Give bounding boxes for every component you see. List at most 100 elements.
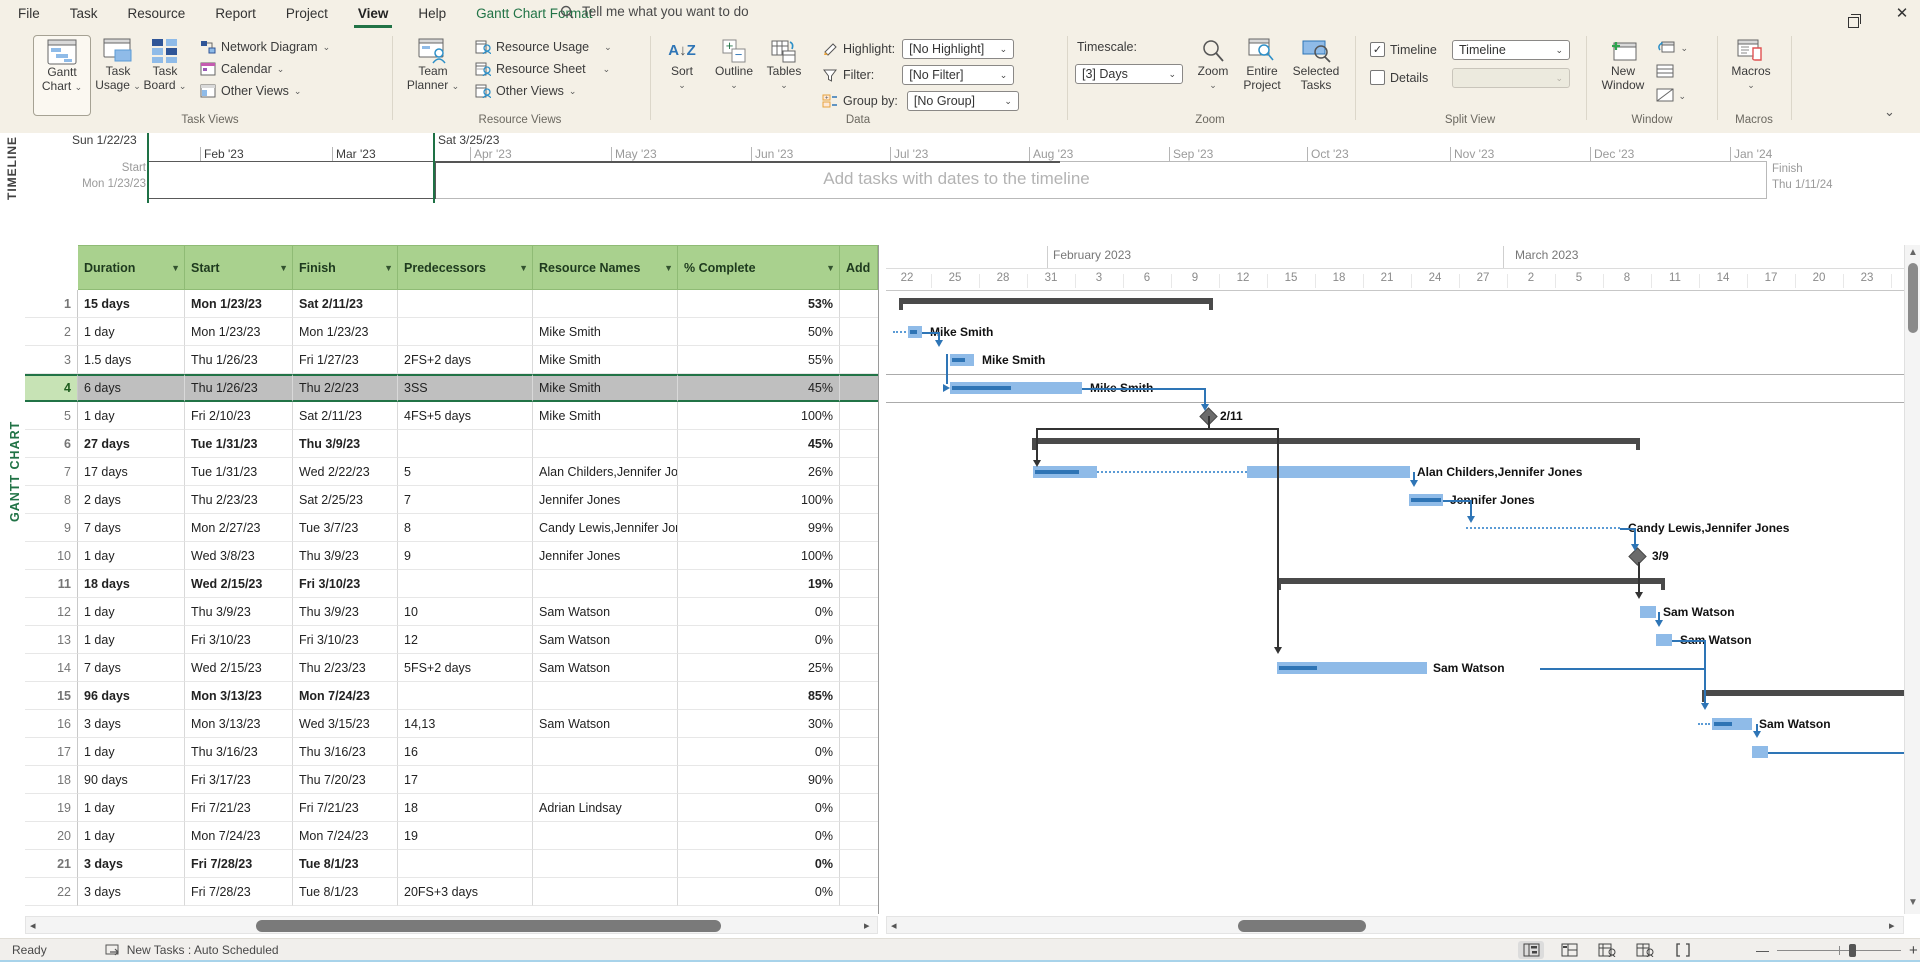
cell-percent-complete[interactable]: 0% xyxy=(678,850,840,878)
resource-sheet-view-shortcut[interactable] xyxy=(1632,941,1658,959)
resource-usage-button[interactable]: Resource Usage⌄ xyxy=(475,40,612,54)
cell-predecessors[interactable] xyxy=(398,290,533,318)
cell-duration[interactable]: 1 day xyxy=(78,738,185,766)
table-row[interactable]: 101 dayWed 3/8/23Thu 3/9/239Jennifer Jon… xyxy=(25,542,878,570)
timeline-checkbox-row[interactable]: ✓ Timeline xyxy=(1370,42,1437,57)
cell-percent-complete[interactable]: 0% xyxy=(678,794,840,822)
cell-start[interactable]: Wed 3/8/23 xyxy=(185,542,293,570)
cell-add-new-column[interactable] xyxy=(840,430,878,458)
row-number[interactable]: 6 xyxy=(25,430,78,458)
cell-predecessors[interactable]: 3SS xyxy=(398,374,533,402)
cell-percent-complete[interactable]: 30% xyxy=(678,710,840,738)
cell-resource-names[interactable] xyxy=(533,822,678,850)
cell-predecessors[interactable]: 14,13 xyxy=(398,710,533,738)
tables-button[interactable]: Tables ⌄ xyxy=(762,38,806,92)
table-row[interactable]: 1596 daysMon 3/13/23Mon 7/24/2385% xyxy=(25,682,878,710)
cell-finish[interactable]: Sat 2/25/23 xyxy=(293,486,398,514)
table-row[interactable]: 171 dayThu 3/16/23Thu 3/16/23160% xyxy=(25,738,878,766)
outline-button[interactable]: +− Outline ⌄ xyxy=(710,38,758,92)
cell-finish[interactable]: Mon 7/24/23 xyxy=(293,822,398,850)
collapse-ribbon-icon[interactable]: ⌄ xyxy=(1884,104,1895,120)
gantt-task-bar[interactable] xyxy=(1752,746,1768,758)
cell-duration[interactable]: 1 day xyxy=(78,598,185,626)
table-row[interactable]: 1890 daysFri 3/17/23Thu 7/20/231790% xyxy=(25,766,878,794)
cell-resource-names[interactable]: Alan Childers,Jennifer Jones xyxy=(533,458,678,486)
cell-add-new-column[interactable] xyxy=(840,542,878,570)
cell-add-new-column[interactable] xyxy=(840,402,878,430)
cell-start[interactable]: Tue 1/31/23 xyxy=(185,430,293,458)
vertical-scroll-thumb[interactable] xyxy=(1908,263,1918,333)
row-number[interactable]: 20 xyxy=(25,822,78,850)
cell-finish[interactable]: Mon 1/23/23 xyxy=(293,318,398,346)
task-board-button[interactable]: Task Board ⌄ xyxy=(142,38,188,93)
cell-add-new-column[interactable] xyxy=(840,374,878,402)
column-header-start[interactable]: Start▼ xyxy=(185,245,293,290)
cell-duration[interactable]: 6 days xyxy=(78,374,185,402)
table-row[interactable]: 191 dayFri 7/21/23Fri 7/21/2318Adrian Li… xyxy=(25,794,878,822)
column-header-duration[interactable]: Duration▼ xyxy=(78,245,185,290)
gantt-chart-pane[interactable]: February 2023March 202322252831369121518… xyxy=(886,240,1904,914)
row-number[interactable]: 21 xyxy=(25,850,78,878)
cell-resource-names[interactable]: Mike Smith xyxy=(533,318,678,346)
cell-resource-names[interactable]: Mike Smith xyxy=(533,346,678,374)
row-number[interactable]: 12 xyxy=(25,598,78,626)
cell-finish[interactable]: Fri 1/27/23 xyxy=(293,346,398,374)
column-header-resource-names[interactable]: Resource Names▼ xyxy=(533,245,678,290)
cell-resource-names[interactable]: Sam Watson xyxy=(533,626,678,654)
filter-dropdown[interactable]: [No Filter]⌄ xyxy=(902,65,1014,85)
row-number[interactable]: 10 xyxy=(25,542,78,570)
cell-duration[interactable]: 1 day xyxy=(78,822,185,850)
scroll-up-icon[interactable]: ▲ xyxy=(1908,247,1918,258)
table-row[interactable]: 46 daysThu 1/26/23Thu 2/2/233SSMike Smit… xyxy=(25,374,878,402)
row-number[interactable]: 2 xyxy=(25,318,78,346)
gantt-task-bar[interactable] xyxy=(1640,606,1656,618)
cell-duration[interactable]: 1 day xyxy=(78,794,185,822)
cell-add-new-column[interactable] xyxy=(840,878,878,906)
cell-start[interactable]: Fri 7/28/23 xyxy=(185,878,293,906)
cell-predecessors[interactable]: 17 xyxy=(398,766,533,794)
cell-start[interactable]: Fri 7/28/23 xyxy=(185,850,293,878)
cell-duration[interactable]: 7 days xyxy=(78,514,185,542)
filter-arrow-icon[interactable]: ▼ xyxy=(171,261,180,275)
cell-add-new-column[interactable] xyxy=(840,794,878,822)
cell-percent-complete[interactable]: 90% xyxy=(678,766,840,794)
cell-finish[interactable]: Thu 3/9/23 xyxy=(293,598,398,626)
row-number[interactable]: 13 xyxy=(25,626,78,654)
table-row[interactable]: 213 daysFri 7/28/23Tue 8/1/230% xyxy=(25,850,878,878)
zoom-slider-track[interactable] xyxy=(1777,950,1901,951)
cell-predecessors[interactable] xyxy=(398,682,533,710)
cell-duration[interactable]: 1 day xyxy=(78,542,185,570)
gantt-task-bar[interactable] xyxy=(1656,634,1672,646)
row-number[interactable]: 4 xyxy=(25,374,78,402)
cell-finish[interactable]: Fri 3/10/23 xyxy=(293,626,398,654)
cell-add-new-column[interactable] xyxy=(840,290,878,318)
cell-resource-names[interactable]: Sam Watson xyxy=(533,654,678,682)
task-usage-button[interactable]: Task Usage ⌄ xyxy=(95,38,141,93)
table-scroll-thumb[interactable] xyxy=(256,920,721,932)
details-checkbox-row[interactable]: Details xyxy=(1370,70,1428,85)
table-row[interactable]: 223 daysFri 7/28/23Tue 8/1/2320FS+3 days… xyxy=(25,878,878,906)
cell-predecessors[interactable]: 18 xyxy=(398,794,533,822)
scroll-right-icon[interactable]: ▸ xyxy=(864,919,870,932)
cell-start[interactable]: Fri 2/10/23 xyxy=(185,402,293,430)
resource-sheet-button[interactable]: Resource Sheet⌄ xyxy=(475,62,612,76)
table-row[interactable]: 131 dayFri 3/10/23Fri 3/10/2312Sam Watso… xyxy=(25,626,878,654)
cell-finish[interactable]: Thu 7/20/23 xyxy=(293,766,398,794)
table-row[interactable]: 163 daysMon 3/13/23Wed 3/15/2314,13Sam W… xyxy=(25,710,878,738)
cell-percent-complete[interactable]: 0% xyxy=(678,626,840,654)
cell-predecessors[interactable]: 9 xyxy=(398,542,533,570)
cell-finish[interactable]: Sat 2/11/23 xyxy=(293,290,398,318)
network-diagram-button[interactable]: Network Diagram⌄ xyxy=(200,40,330,54)
cell-add-new-column[interactable] xyxy=(840,766,878,794)
cell-resource-names[interactable]: Jennifer Jones xyxy=(533,542,678,570)
cell-start[interactable]: Tue 1/31/23 xyxy=(185,458,293,486)
cell-add-new-column[interactable] xyxy=(840,822,878,850)
menu-file[interactable]: File xyxy=(14,0,44,28)
filter-arrow-icon[interactable]: ▼ xyxy=(519,261,528,275)
cell-resource-names[interactable]: Sam Watson xyxy=(533,710,678,738)
cell-finish[interactable]: Wed 2/22/23 xyxy=(293,458,398,486)
cell-percent-complete[interactable]: 100% xyxy=(678,542,840,570)
cell-predecessors[interactable] xyxy=(398,570,533,598)
cell-add-new-column[interactable] xyxy=(840,514,878,542)
gantt-vertical-scrollbar[interactable]: ▲ ▼ xyxy=(1904,245,1920,914)
